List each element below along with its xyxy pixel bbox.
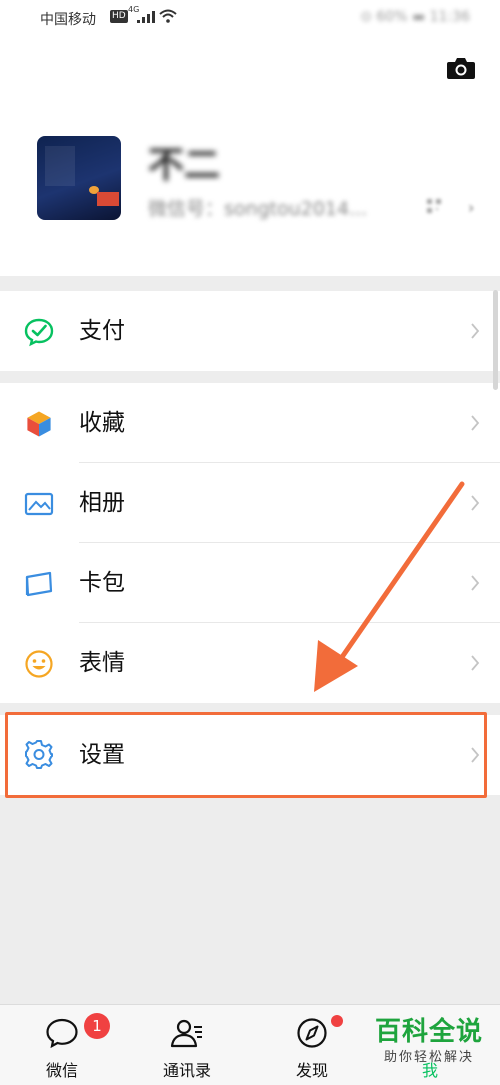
favorites-cube-icon — [26, 410, 52, 438]
tab-label: 通讯录 — [162, 1061, 211, 1080]
sticker-smile-icon — [25, 650, 53, 678]
contacts-icon — [170, 1019, 202, 1048]
nickname: 不二 — [148, 145, 221, 186]
tab-label: 微信 — [45, 1061, 78, 1080]
chat-bubble-icon — [46, 1018, 78, 1049]
tab-label: 发现 — [295, 1061, 328, 1080]
settings-highlight-box — [5, 712, 487, 798]
signal-icon — [137, 11, 155, 23]
compass-icon — [297, 1018, 327, 1048]
avatar[interactable] — [37, 136, 121, 220]
chevron-right-icon — [471, 575, 480, 591]
unread-badge: 1 — [84, 1013, 110, 1039]
wifi-icon — [159, 9, 177, 23]
menu-item-label: 收藏 — [79, 410, 125, 436]
chevron-right-icon — [471, 323, 480, 339]
camera-icon[interactable] — [446, 56, 476, 80]
notification-dot — [331, 1015, 343, 1027]
watermark-subtitle: 助你轻松解决 — [383, 1050, 474, 1065]
annotation-arrow-icon — [314, 481, 465, 692]
tab-discover[interactable]: 发现 — [262, 1005, 362, 1085]
status-bar: 中国移动 HD 4G ⊙ 60% ▬ 11:36 — [0, 0, 500, 36]
tab-chats[interactable]: 1 微信 — [12, 1005, 112, 1085]
hd-badge: HD — [110, 10, 128, 23]
album-picture-icon — [24, 492, 54, 516]
carrier-name: 中国移动 — [40, 12, 96, 28]
pay-group: 支付 — [0, 291, 500, 371]
wechat-pay-icon — [24, 318, 54, 347]
chevron-right-icon — [471, 495, 480, 511]
menu-item-label: 卡包 — [79, 570, 125, 596]
menu-item-label: 支付 — [79, 318, 125, 344]
status-right: ⊙ 60% ▬ 11:36 — [360, 9, 470, 25]
menu-item-favorites[interactable]: 收藏 — [0, 383, 500, 463]
watermark-title: 百科全说 — [374, 1017, 483, 1047]
menu-item-pay[interactable]: 支付 — [0, 291, 500, 371]
watermark-logo: 百科全说 助你轻松解决 — [367, 1016, 491, 1080]
chevron-right-icon — [471, 415, 480, 431]
chevron-right-icon — [471, 655, 480, 671]
wechat-id: 微信号：songtou2014... — [148, 198, 368, 220]
menu-item-label: 相册 — [79, 490, 125, 516]
profile-chevron-icon: › — [468, 198, 475, 217]
scroll-indicator[interactable] — [493, 290, 498, 390]
menu-item-label: 表情 — [79, 650, 125, 676]
card-wallet-icon — [25, 571, 53, 597]
qr-code-icon[interactable] — [427, 199, 441, 213]
tab-contacts[interactable]: 通讯录 — [137, 1005, 237, 1085]
profile-header[interactable]: 不二 微信号：songtou2014... › — [0, 36, 500, 276]
